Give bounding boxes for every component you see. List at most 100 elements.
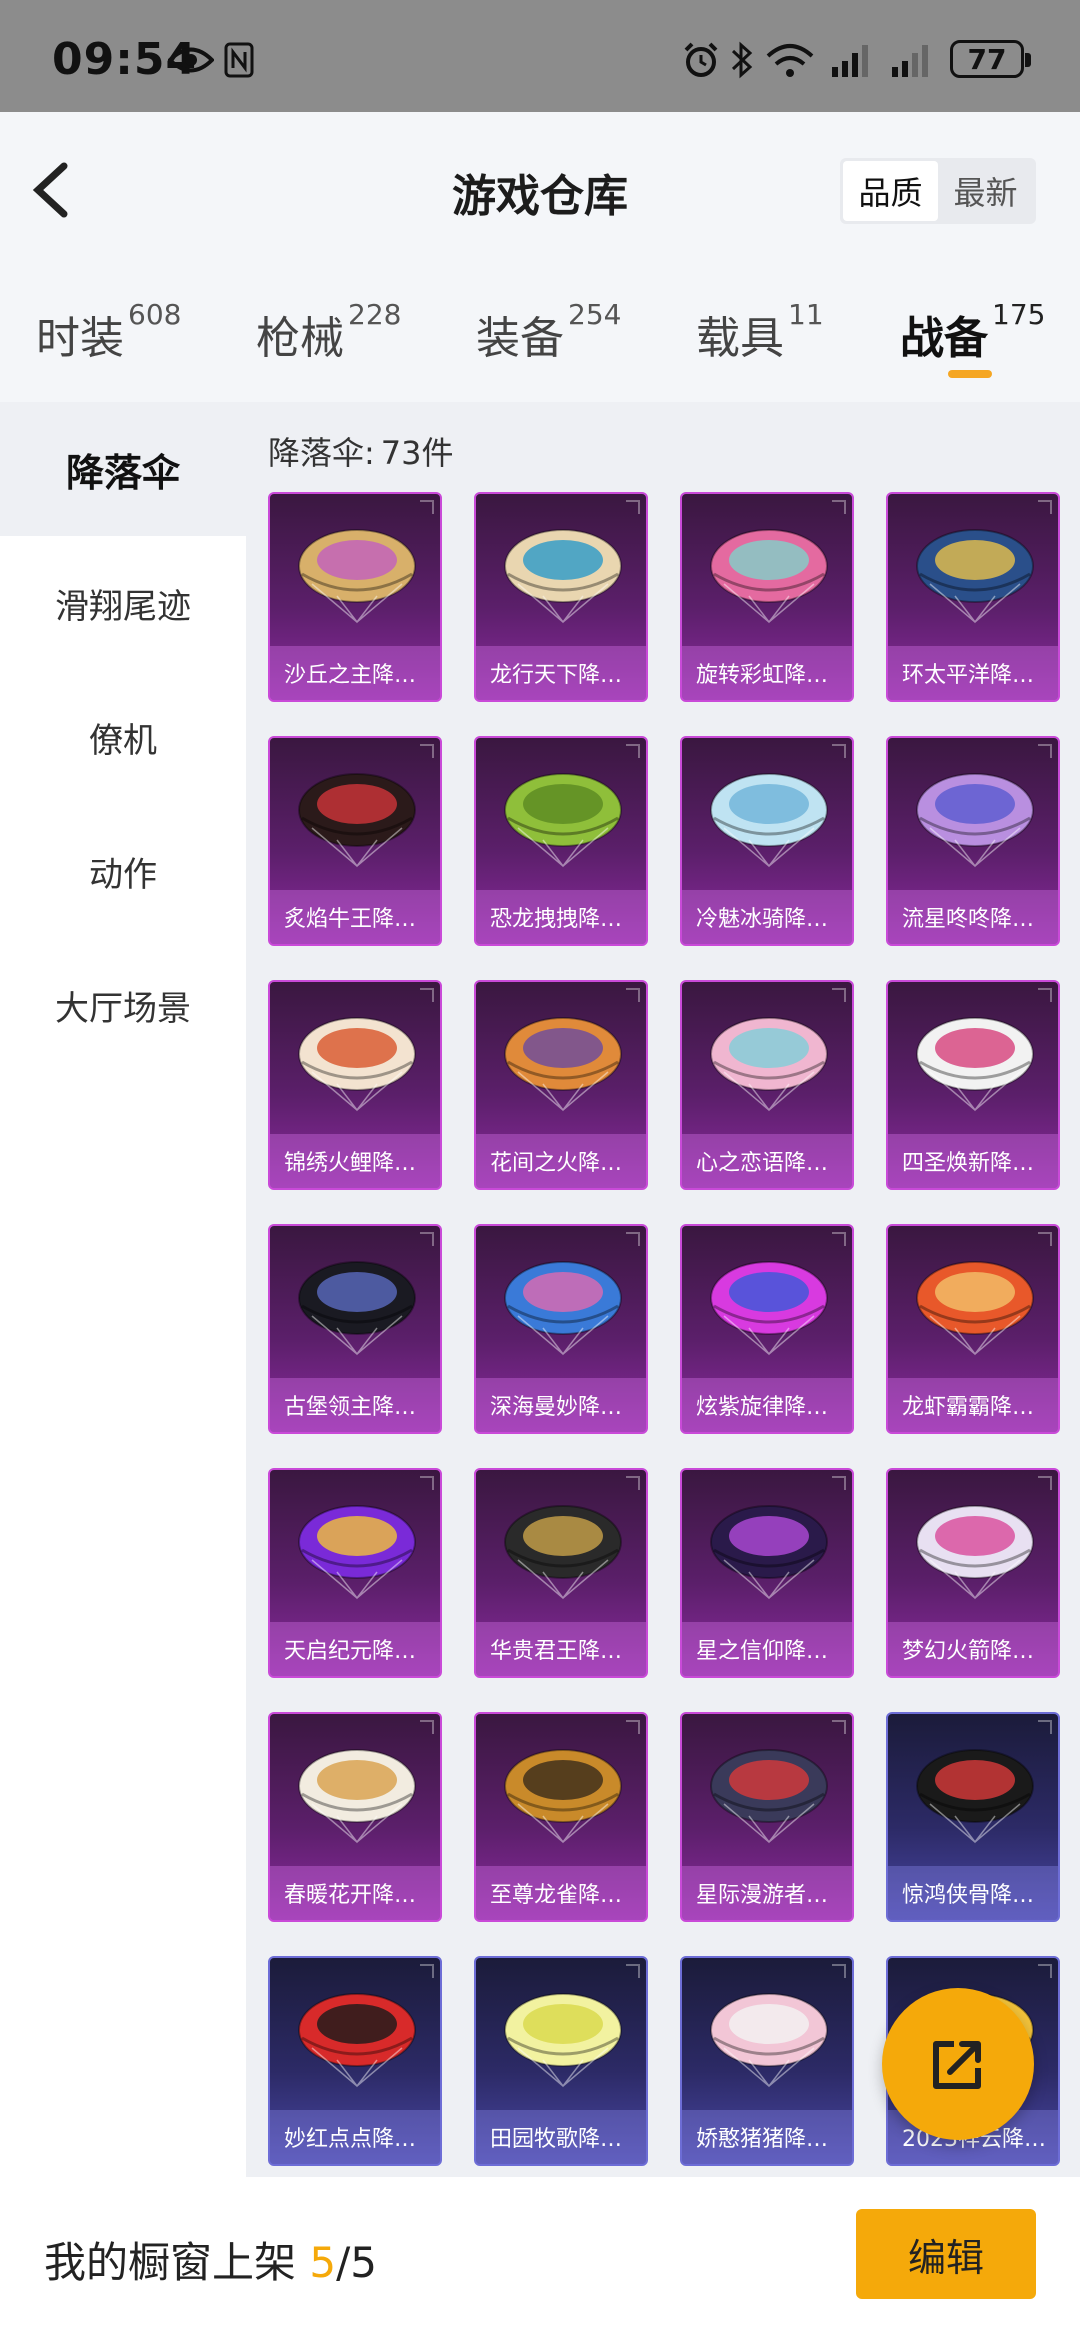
parachute-icon	[282, 1734, 432, 1854]
item-card[interactable]: 花间之火降…	[474, 980, 648, 1190]
tab-fashion[interactable]: 时装 608	[36, 298, 181, 366]
card-corner-decoration	[626, 1720, 640, 1734]
item-card[interactable]: 田园牧歌降…	[474, 1956, 648, 2166]
card-corner-decoration	[420, 1476, 434, 1490]
item-card[interactable]: 至尊龙雀降…	[474, 1712, 648, 1922]
item-name: 环太平洋降…	[902, 663, 1035, 688]
item-card[interactable]: 龙行天下降…	[474, 492, 648, 702]
count-prefix: 降落伞:	[268, 434, 375, 472]
item-name-bar: 炫紫旋律降…	[682, 1378, 852, 1432]
item-card[interactable]: 炫紫旋律降…	[680, 1224, 854, 1434]
item-name: 天启纪元降…	[284, 1639, 417, 1664]
item-card[interactable]: 梦幻火箭降…	[886, 1468, 1060, 1678]
item-name-bar: 旋转彩虹降…	[682, 646, 852, 700]
item-card[interactable]: 天启纪元降…	[268, 1468, 442, 1678]
item-name: 恐龙拽拽降…	[490, 907, 623, 932]
tab-battle-gear[interactable]: 战备 175	[900, 298, 1045, 366]
item-name-bar: 梦幻火箭降…	[888, 1622, 1058, 1676]
item-card[interactable]: 娇憨猪猪降…	[680, 1956, 854, 2166]
card-corner-decoration	[1038, 1720, 1052, 1734]
tab-count: 254	[568, 298, 622, 331]
parachute-icon	[900, 1734, 1050, 1854]
edit-button[interactable]: 编辑	[856, 2209, 1036, 2299]
item-card[interactable]: 炙焰牛王降…	[268, 736, 442, 946]
card-corner-decoration	[626, 1476, 640, 1490]
tab-label: 战备	[900, 313, 988, 364]
item-grid-panel: 降落伞: 73件 沙丘之主降… 龙行天下降… 旋转彩虹降… 环太平洋降… 炙焰牛王降… 恐龙…	[246, 402, 1080, 2177]
item-name: 梦幻火箭降…	[902, 1639, 1035, 1664]
parachute-icon	[488, 1002, 638, 1122]
card-corner-decoration	[626, 744, 640, 758]
showcase-current-count: 5	[309, 2238, 337, 2287]
card-corner-decoration	[420, 988, 434, 1002]
parachute-icon	[282, 1490, 432, 1610]
parachute-icon	[488, 1246, 638, 1366]
tab-equipment[interactable]: 装备 254	[476, 298, 621, 366]
item-name-bar: 炙焰牛王降…	[270, 890, 440, 944]
sort-quality-option[interactable]: 品质	[843, 161, 938, 221]
parachute-icon	[488, 1978, 638, 2098]
item-name: 心之恋语降…	[696, 1151, 829, 1176]
item-name: 妙红点点降…	[284, 2127, 417, 2152]
battery-indicator: 77	[950, 40, 1031, 78]
item-card[interactable]: 华贵君王降…	[474, 1468, 648, 1678]
item-card[interactable]: 妙红点点降…	[268, 1956, 442, 2166]
bluetooth-icon	[730, 40, 756, 80]
item-name-bar: 环太平洋降…	[888, 646, 1058, 700]
sidebar-item-glide-trail[interactable]: 滑翔尾迹	[0, 536, 246, 670]
sidebar-item-wingman[interactable]: 僚机	[0, 670, 246, 804]
item-name-bar: 春暖花开降…	[270, 1866, 440, 1920]
parachute-icon	[694, 1490, 844, 1610]
item-card[interactable]: 旋转彩虹降…	[680, 492, 854, 702]
item-card[interactable]: 冷魅冰骑降…	[680, 736, 854, 946]
item-card[interactable]: 春暖花开降…	[268, 1712, 442, 1922]
item-card[interactable]: 流星咚咚降…	[886, 736, 1060, 946]
item-name: 至尊龙雀降…	[490, 1883, 623, 1908]
item-card[interactable]: 环太平洋降…	[886, 492, 1060, 702]
sidebar-item-parachute[interactable]: 降落伞	[0, 402, 246, 536]
card-corner-decoration	[626, 1232, 640, 1246]
tab-guns[interactable]: 枪械 228	[256, 298, 401, 366]
card-corner-decoration	[832, 1232, 846, 1246]
showcase-label-text: 我的橱窗上架	[44, 2238, 297, 2287]
item-name: 田园牧歌降…	[490, 2127, 623, 2152]
signal-icon-2	[890, 40, 934, 80]
item-card[interactable]: 四圣焕新降…	[886, 980, 1060, 1190]
card-corner-decoration	[1038, 1476, 1052, 1490]
item-card[interactable]: 沙丘之主降…	[268, 492, 442, 702]
parachute-icon	[282, 758, 432, 878]
item-card[interactable]: 龙虾霸霸降…	[886, 1224, 1060, 1434]
item-card[interactable]: 古堡领主降…	[268, 1224, 442, 1434]
sort-toggle: 品质 最新	[840, 158, 1036, 224]
item-name-bar: 冷魅冰骑降…	[682, 890, 852, 944]
item-name: 冷魅冰骑降…	[696, 907, 829, 932]
item-name: 四圣焕新降…	[902, 1151, 1035, 1176]
wifi-icon	[764, 40, 820, 80]
item-name-bar: 古堡领主降…	[270, 1378, 440, 1432]
item-card[interactable]: 恐龙拽拽降…	[474, 736, 648, 946]
card-corner-decoration	[832, 988, 846, 1002]
item-card[interactable]: 心之恋语降…	[680, 980, 854, 1190]
subcategory-sidebar: 降落伞 滑翔尾迹 僚机 动作 大厅场景	[0, 402, 246, 2177]
card-corner-decoration	[832, 1964, 846, 1978]
sidebar-item-lobby-scene[interactable]: 大厅场景	[0, 938, 246, 1072]
item-name-bar: 恐龙拽拽降…	[476, 890, 646, 944]
tab-vehicles[interactable]: 载具 11	[696, 298, 824, 366]
share-button[interactable]	[882, 1988, 1034, 2140]
item-name: 惊鸿侠骨降…	[902, 1883, 1035, 1908]
card-corner-decoration	[420, 1964, 434, 1978]
item-card[interactable]: 锦绣火鲤降…	[268, 980, 442, 1190]
item-name: 星际漫游者…	[696, 1883, 829, 1908]
parachute-icon	[900, 1246, 1050, 1366]
item-card[interactable]: 星际漫游者…	[680, 1712, 854, 1922]
category-tabs: 时装 608 枪械 228 装备 254 载具 11 战备 175	[0, 262, 1080, 402]
item-card[interactable]: 星之信仰降…	[680, 1468, 854, 1678]
item-card[interactable]: 深海曼妙降…	[474, 1224, 648, 1434]
item-name: 花间之火降…	[490, 1151, 623, 1176]
item-name-bar: 天启纪元降…	[270, 1622, 440, 1676]
parachute-icon	[694, 514, 844, 634]
sort-newest-option[interactable]: 最新	[938, 161, 1033, 221]
sidebar-item-emote[interactable]: 动作	[0, 804, 246, 938]
item-card[interactable]: 惊鸿侠骨降…	[886, 1712, 1060, 1922]
parachute-icon	[694, 1246, 844, 1366]
